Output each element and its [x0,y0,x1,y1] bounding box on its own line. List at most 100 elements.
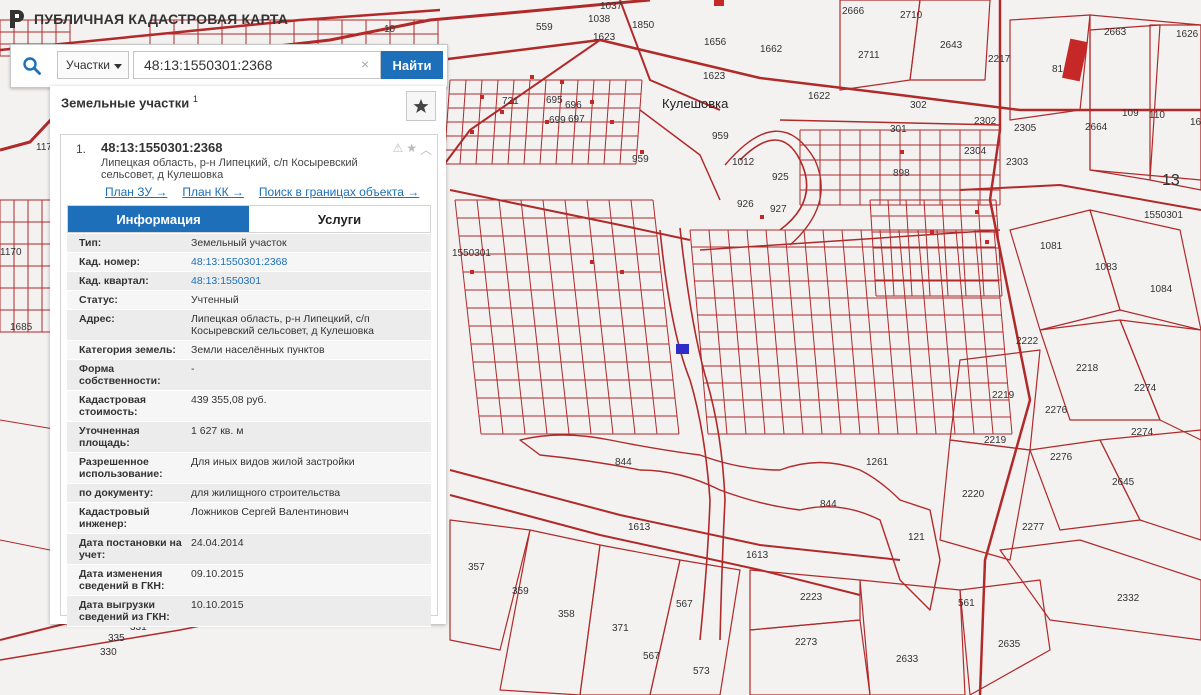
parcel-number-label: 2666 [842,6,865,17]
parcel-number-label: 927 [770,204,787,215]
parcel-number-label: 358 [558,609,575,620]
attribute-label: Форма собственности: [79,363,161,387]
parcel-number-label: 2219 [984,435,1007,446]
attribute-row: по документу: для жилищного строительства [67,484,431,503]
parcel-fill [560,80,564,84]
attribute-row: Категория земель: Земли населённых пункто… [67,341,431,360]
parcel-number-label: 721 [502,96,519,107]
parcel-number-label: 695 [546,95,563,106]
attribute-value[interactable]: 48:13:1550301 [187,272,431,290]
attribute-value: Для иных видов жилой застройки [191,456,355,468]
clear-icon[interactable]: × [361,56,369,72]
chevron-down-icon [114,64,122,69]
tab-info[interactable]: Информация [68,206,249,232]
parcel-number-label: 1012 [732,157,755,168]
search-input[interactable] [133,51,381,79]
tab-services[interactable]: Услуги [249,206,430,232]
parcel-fill [610,120,614,124]
attribute-row: Кад. номер: 48:13:1550301:2368 [67,253,431,272]
result-address: Липецкая область, р-н Липецкий, с/п Косы… [101,157,358,181]
attribute-row: Дата изменения сведений в ГКН: 09.10.2015 [67,565,431,596]
app-title: ПУБЛИЧНАЯ КАДАСТРОВАЯ КАРТА [34,11,289,27]
parcel-number-label: 898 [893,168,910,179]
parcel-number-label: 1623 [703,71,726,82]
attribute-label: Разрешенное использование: [79,456,163,480]
parcel-fill [900,150,904,154]
parcel-number-label: 2643 [940,40,963,51]
favorites-button[interactable] [406,91,436,121]
search-type-dropdown[interactable]: Участки [57,51,129,79]
parcel-number-label: 1662 [760,44,783,55]
parcel-number-label: 1613 [746,550,769,561]
parcel-number-label: 959 [632,154,649,165]
parcel-number-label: 699 [549,115,566,126]
parcel-number-label: 1656 [704,37,727,48]
parcel-number-label: 1622 [808,91,831,102]
parcel-fill [480,95,484,99]
search-bar: Участки × Найти [10,44,448,88]
panel-title: Земельные участки 1 [61,94,198,110]
attribute-row: Кадастровый инженер: Ложников Сергей Вале… [67,503,431,534]
parcel-number-label: 302 [910,100,927,111]
find-button[interactable]: Найти [381,51,443,79]
parcel-number-label: 2223 [800,592,823,603]
result-actions: ⚠ ★ ︿ [392,141,432,158]
attribute-value: 09.10.2015 [191,568,244,580]
parcel-number-label: 2304 [964,146,987,157]
link-plan-kk[interactable]: План КК → [182,185,244,199]
parcel-number-label: 10 [384,24,396,35]
parcel-number-label: 1261 [866,457,889,468]
attribute-label: Дата постановки на учет: [79,537,182,561]
parcel-number-label: 2710 [900,10,923,21]
parcel-number-label: 697 [568,114,585,125]
parcel-fill [470,130,474,134]
attribute-row: Адрес: Липецкая область, р-н Липецкий, с/… [67,310,431,341]
attribute-label: Уточненная площадь: [79,425,140,449]
parcel-number-label: 1550301 [1144,210,1183,221]
parcel-number-label: 2645 [1112,477,1135,488]
info-tabs: Информация Услуги [67,205,431,233]
attribute-value[interactable]: 48:13:1550301:2368 [187,253,431,271]
attribute-label: Кадастровая стоимость: [79,394,146,418]
attribute-value: Ложников Сергей Валентинович [191,506,349,518]
parcel-number-label: 1084 [1150,284,1173,295]
search-type-label: Участки [66,58,110,72]
attribute-value: Липецкая область, р-н Липецкий, с/п Косы… [191,313,375,337]
parcel-number-label: 1623 [593,32,616,43]
link-search-in-bounds[interactable]: Поиск в границах объекта → [259,185,419,199]
parcel-number-label: 2303 [1006,157,1029,168]
parcel-number-label: 2274 [1134,383,1157,394]
parcel-number-label: 2332 [1117,593,1140,604]
parcel-number-label: 371 [612,623,629,634]
parcel-number-label: 121 [908,532,925,543]
result-card[interactable]: 1. 48:13:1550301:2368 Липецкая область, … [60,134,438,627]
parcel-fill [930,230,934,234]
attribute-value: для жилищного строительства [191,487,341,499]
attribute-value: 1 627 кв. м [191,425,244,437]
parcel-number-label: 1613 [628,522,651,533]
attribute-row: Дата выгрузки сведений из ГКН: 10.10.2015 [67,596,431,627]
parcel-number-label: 696 [565,100,582,111]
parcel-number-label: 330 [100,647,117,658]
star-icon[interactable]: ★ [406,141,417,158]
attribute-value: 10.10.2015 [191,599,244,611]
parcel-fill [975,210,979,214]
search-icon[interactable] [11,45,53,87]
parcel-number-label: 109 [1122,108,1139,119]
parcel-fill [620,270,624,274]
link-plan-zu[interactable]: План ЗУ → [105,185,167,199]
parcel-number-label: 2276 [1045,405,1068,416]
parcel-number-label: 926 [737,199,754,210]
attribute-label: Дата изменения сведений в ГКН: [79,568,165,592]
attribute-label: Кадастровый инженер: [79,506,150,530]
chevron-up-icon[interactable]: ︿ [420,141,432,158]
parcel-fill [500,110,504,114]
parcel-number-label: 359 [512,586,529,597]
attribute-label: Статус: [79,294,118,306]
warning-icon[interactable]: ⚠ [392,141,403,158]
parcel-number-label: 1038 [588,14,611,25]
parcel-fill [530,75,534,79]
result-cad-number[interactable]: 48:13:1550301:2368 [101,140,222,155]
parcel-number-label: 567 [676,599,693,610]
parcel-number-label: 2219 [992,390,1015,401]
